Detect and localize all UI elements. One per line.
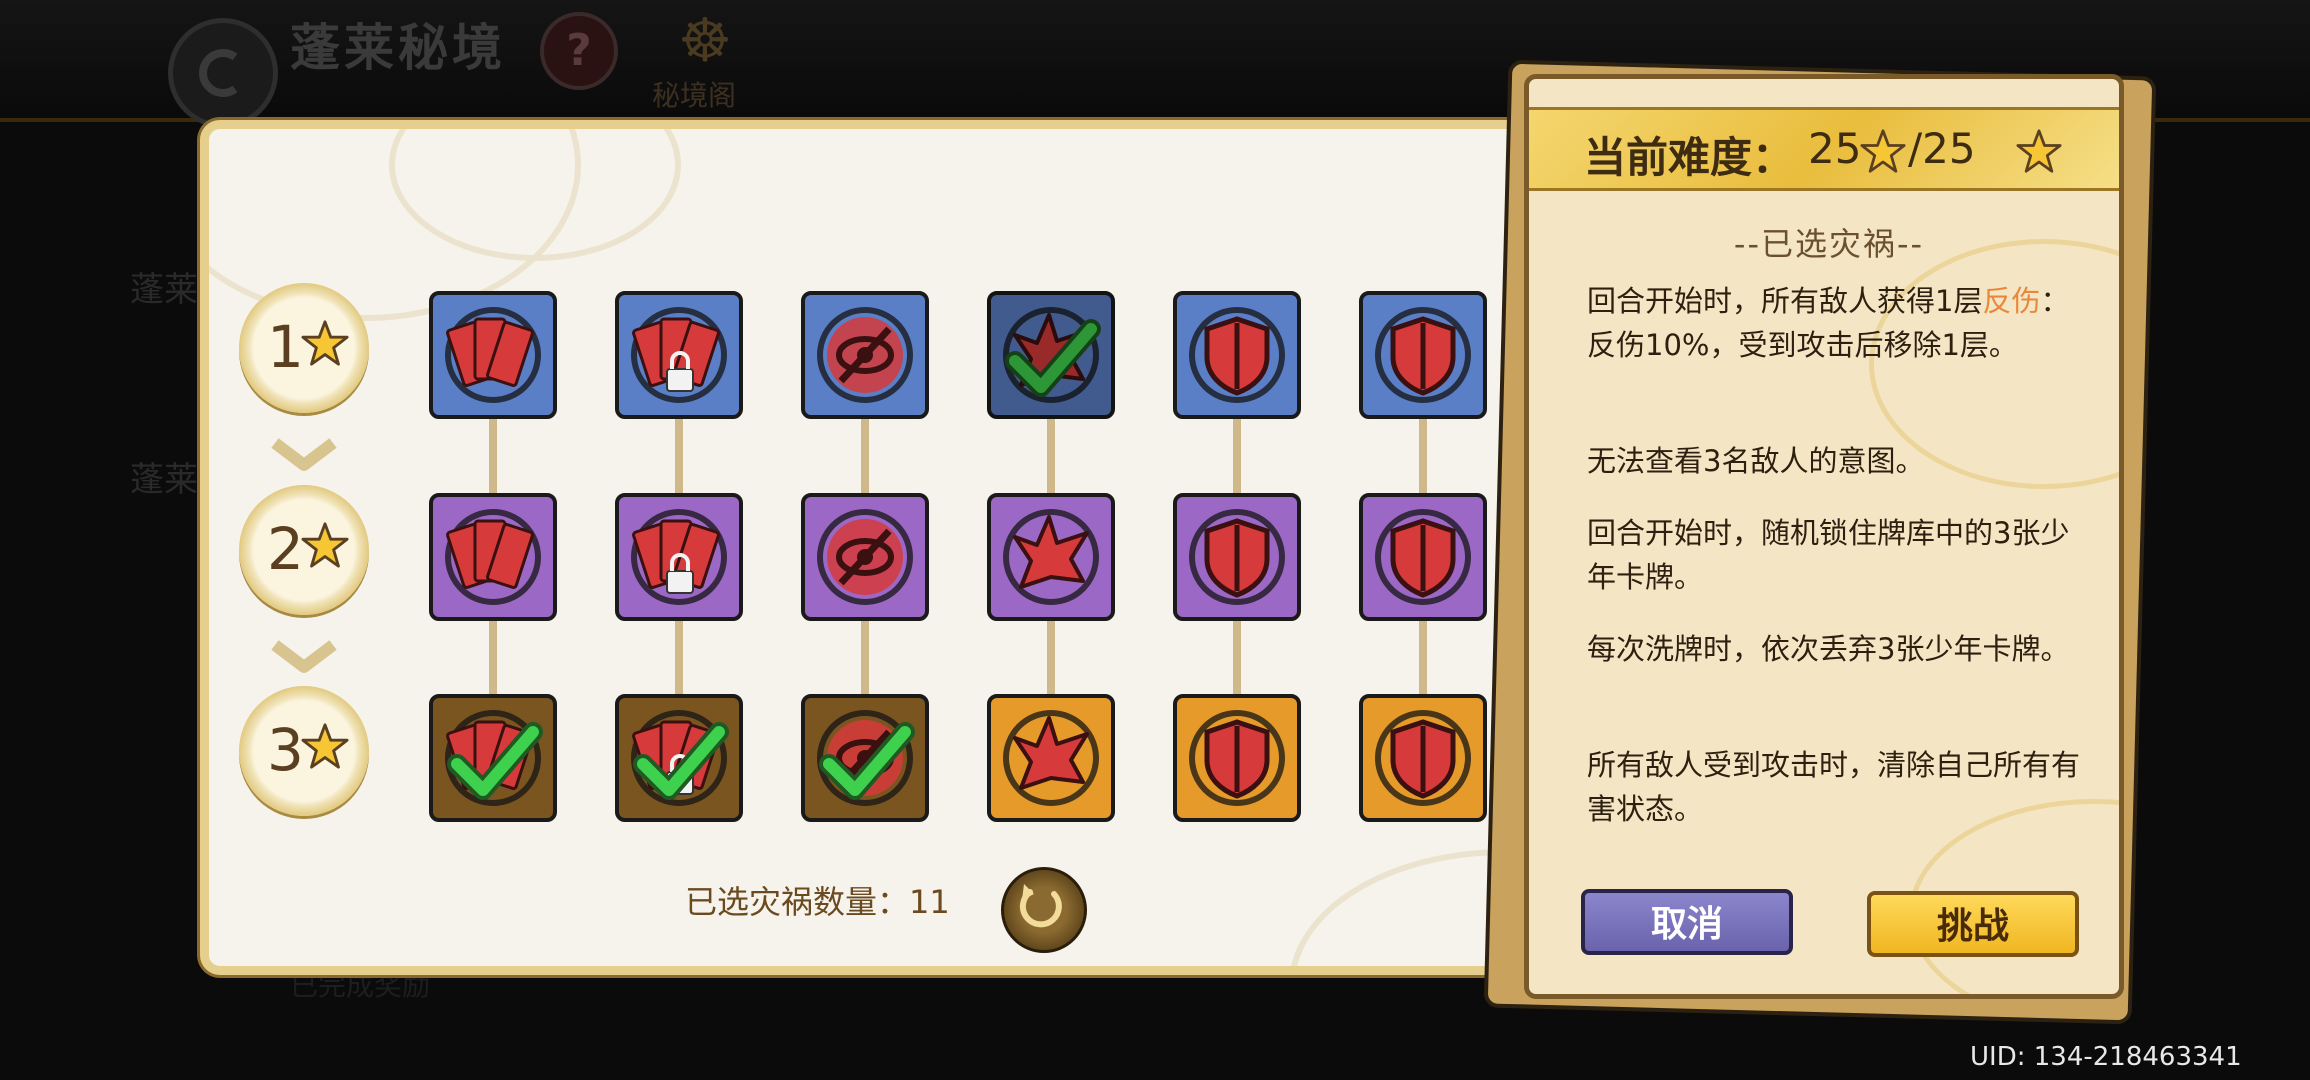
- effect-text: 回合开始时，所有敌人获得1层: [1587, 284, 1983, 318]
- tier-connector: [675, 417, 683, 495]
- tier-connector: [1419, 619, 1427, 696]
- reset-button[interactable]: [1001, 867, 1087, 953]
- star-icon: [1860, 128, 1906, 178]
- difficulty-max: /25: [1908, 124, 1976, 173]
- curse-spiked-shell-tier-3[interactable]: [987, 694, 1115, 822]
- star-icon: [301, 319, 349, 371]
- difficulty-level-3: 3: [239, 686, 369, 816]
- challenge-button[interactable]: 挑战: [1867, 891, 2079, 957]
- shield-icon: [1390, 719, 1456, 799]
- difficulty-level-2: 2: [239, 485, 369, 615]
- chevron-down-icon: [269, 437, 339, 473]
- question-icon[interactable]: ?: [540, 12, 618, 90]
- curse-blind-eye-tier-3[interactable]: [801, 694, 929, 822]
- curse-shield-tier-3[interactable]: [1173, 694, 1301, 822]
- curse-cards-lock-tier-3[interactable]: [615, 694, 743, 822]
- curse-effect-text: 每次洗牌时，依次丢弃3张少年卡牌。: [1587, 627, 2087, 671]
- chevron-down-icon: [269, 639, 339, 675]
- keyword-reflect[interactable]: 反伤: [1982, 284, 2040, 318]
- check-icon: [819, 722, 915, 800]
- curse-cards-lock-tier-2[interactable]: [615, 493, 743, 621]
- difficulty-label: 当前难度：: [1584, 133, 1795, 182]
- curse-effect-text: 回合开始时，所有敌人获得1层反伤：反伤10%，受到攻击后移除1层。: [1587, 279, 2087, 367]
- tier-connector: [1233, 619, 1241, 696]
- curse-cards-lock-tier-1[interactable]: [615, 291, 743, 419]
- tier-connector: [489, 619, 497, 696]
- curse-shield-tier-1[interactable]: [1173, 291, 1301, 419]
- curse-effect-text: 回合开始时，随机锁住牌库中的3张少年卡牌。: [1587, 511, 2087, 599]
- reset-icon: [1019, 884, 1062, 928]
- tier-connector: [1419, 417, 1427, 495]
- realm-pavilion-icon[interactable]: ☸: [660, 6, 750, 76]
- section-title: --已选灾祸--: [1733, 225, 1925, 263]
- curse-spiked-shell-tier-2[interactable]: [987, 493, 1115, 621]
- curse-shield-tier-2[interactable]: [1173, 493, 1301, 621]
- curse-blind-eye-tier-1[interactable]: [801, 291, 929, 419]
- difficulty-banner: 当前难度： 25 /25: [1529, 107, 2119, 191]
- effect-text: 无法查看3名敌人的意图。: [1587, 444, 1925, 478]
- back-arrow-icon: [199, 49, 238, 97]
- cards-icon: [446, 317, 534, 387]
- spiked-shell-icon: [1013, 716, 1089, 790]
- page-title: 蓬莱秘境: [290, 19, 506, 77]
- shield-icon: [1390, 316, 1456, 396]
- tier-connector: [1233, 417, 1241, 495]
- cards-icon: [446, 519, 534, 589]
- tier-connector: [861, 417, 869, 495]
- shield-icon: [1204, 316, 1270, 396]
- level-number: 2: [267, 515, 304, 583]
- curse-effect-text: 无法查看3名敌人的意图。: [1587, 439, 2087, 483]
- check-icon: [447, 722, 543, 800]
- tier-connector: [861, 619, 869, 696]
- star-icon: [301, 521, 349, 573]
- tier-connector: [675, 619, 683, 696]
- shield-icon: [1204, 518, 1270, 598]
- star-icon: [2016, 128, 2062, 178]
- tier-connector: [489, 417, 497, 495]
- shield-icon: [1204, 719, 1270, 799]
- blind-eye-icon: [827, 317, 903, 393]
- effect-text: 所有敌人受到攻击时，清除自己所有有害状态。: [1587, 748, 2081, 826]
- curse-shield-tier-3[interactable]: [1359, 694, 1487, 822]
- tier-connector: [1047, 619, 1055, 696]
- tier-connector: [1047, 417, 1055, 495]
- background-side-text: 蓬莱: [130, 270, 198, 310]
- user-id: UID: 134-218463341: [1970, 1042, 2242, 1072]
- check-icon: [633, 722, 729, 800]
- selected-curse-count: 已选灾祸数量：11: [685, 883, 950, 921]
- realm-pavilion-label: 秘境阁: [652, 79, 737, 112]
- curse-selection-panel: 1 2 3 已选灾祸数量：11: [200, 120, 1600, 975]
- level-number: 1: [267, 313, 304, 381]
- curse-shield-tier-2[interactable]: [1359, 493, 1487, 621]
- curse-blind-eye-tier-2[interactable]: [801, 493, 929, 621]
- cancel-button[interactable]: 取消: [1581, 889, 1793, 955]
- curse-effect-text: 所有敌人受到攻击时，清除自己所有有害状态。: [1587, 743, 2087, 831]
- effect-text: 回合开始时，随机锁住牌库中的3张少年卡牌。: [1587, 516, 2070, 594]
- difficulty-level-1: 1: [239, 283, 369, 413]
- curse-spiked-shell-tier-1[interactable]: [987, 291, 1115, 419]
- shield-icon: [1390, 518, 1456, 598]
- blind-eye-icon: [827, 519, 903, 595]
- cards-lock-icon: [632, 317, 720, 392]
- cards-lock-icon: [632, 519, 720, 594]
- level-number: 3: [267, 716, 304, 784]
- effect-text: 每次洗牌时，依次丢弃3张少年卡牌。: [1587, 632, 2070, 666]
- difficulty-current: 25: [1808, 124, 1862, 173]
- curse-cards-tier-2[interactable]: [429, 493, 557, 621]
- spiked-shell-icon: [1013, 515, 1089, 589]
- back-button[interactable]: [168, 18, 278, 128]
- background-side-text: 蓬莱: [130, 460, 198, 500]
- check-icon: [1005, 319, 1101, 397]
- curse-shield-tier-1[interactable]: [1359, 291, 1487, 419]
- difficulty-card: 当前难度： 25 /25 --已选灾祸-- 回合开始时，所有敌人获得1层反伤：反…: [1524, 74, 2124, 999]
- star-icon: [301, 722, 349, 774]
- curse-cards-tier-1[interactable]: [429, 291, 557, 419]
- curse-cards-tier-3[interactable]: [429, 694, 557, 822]
